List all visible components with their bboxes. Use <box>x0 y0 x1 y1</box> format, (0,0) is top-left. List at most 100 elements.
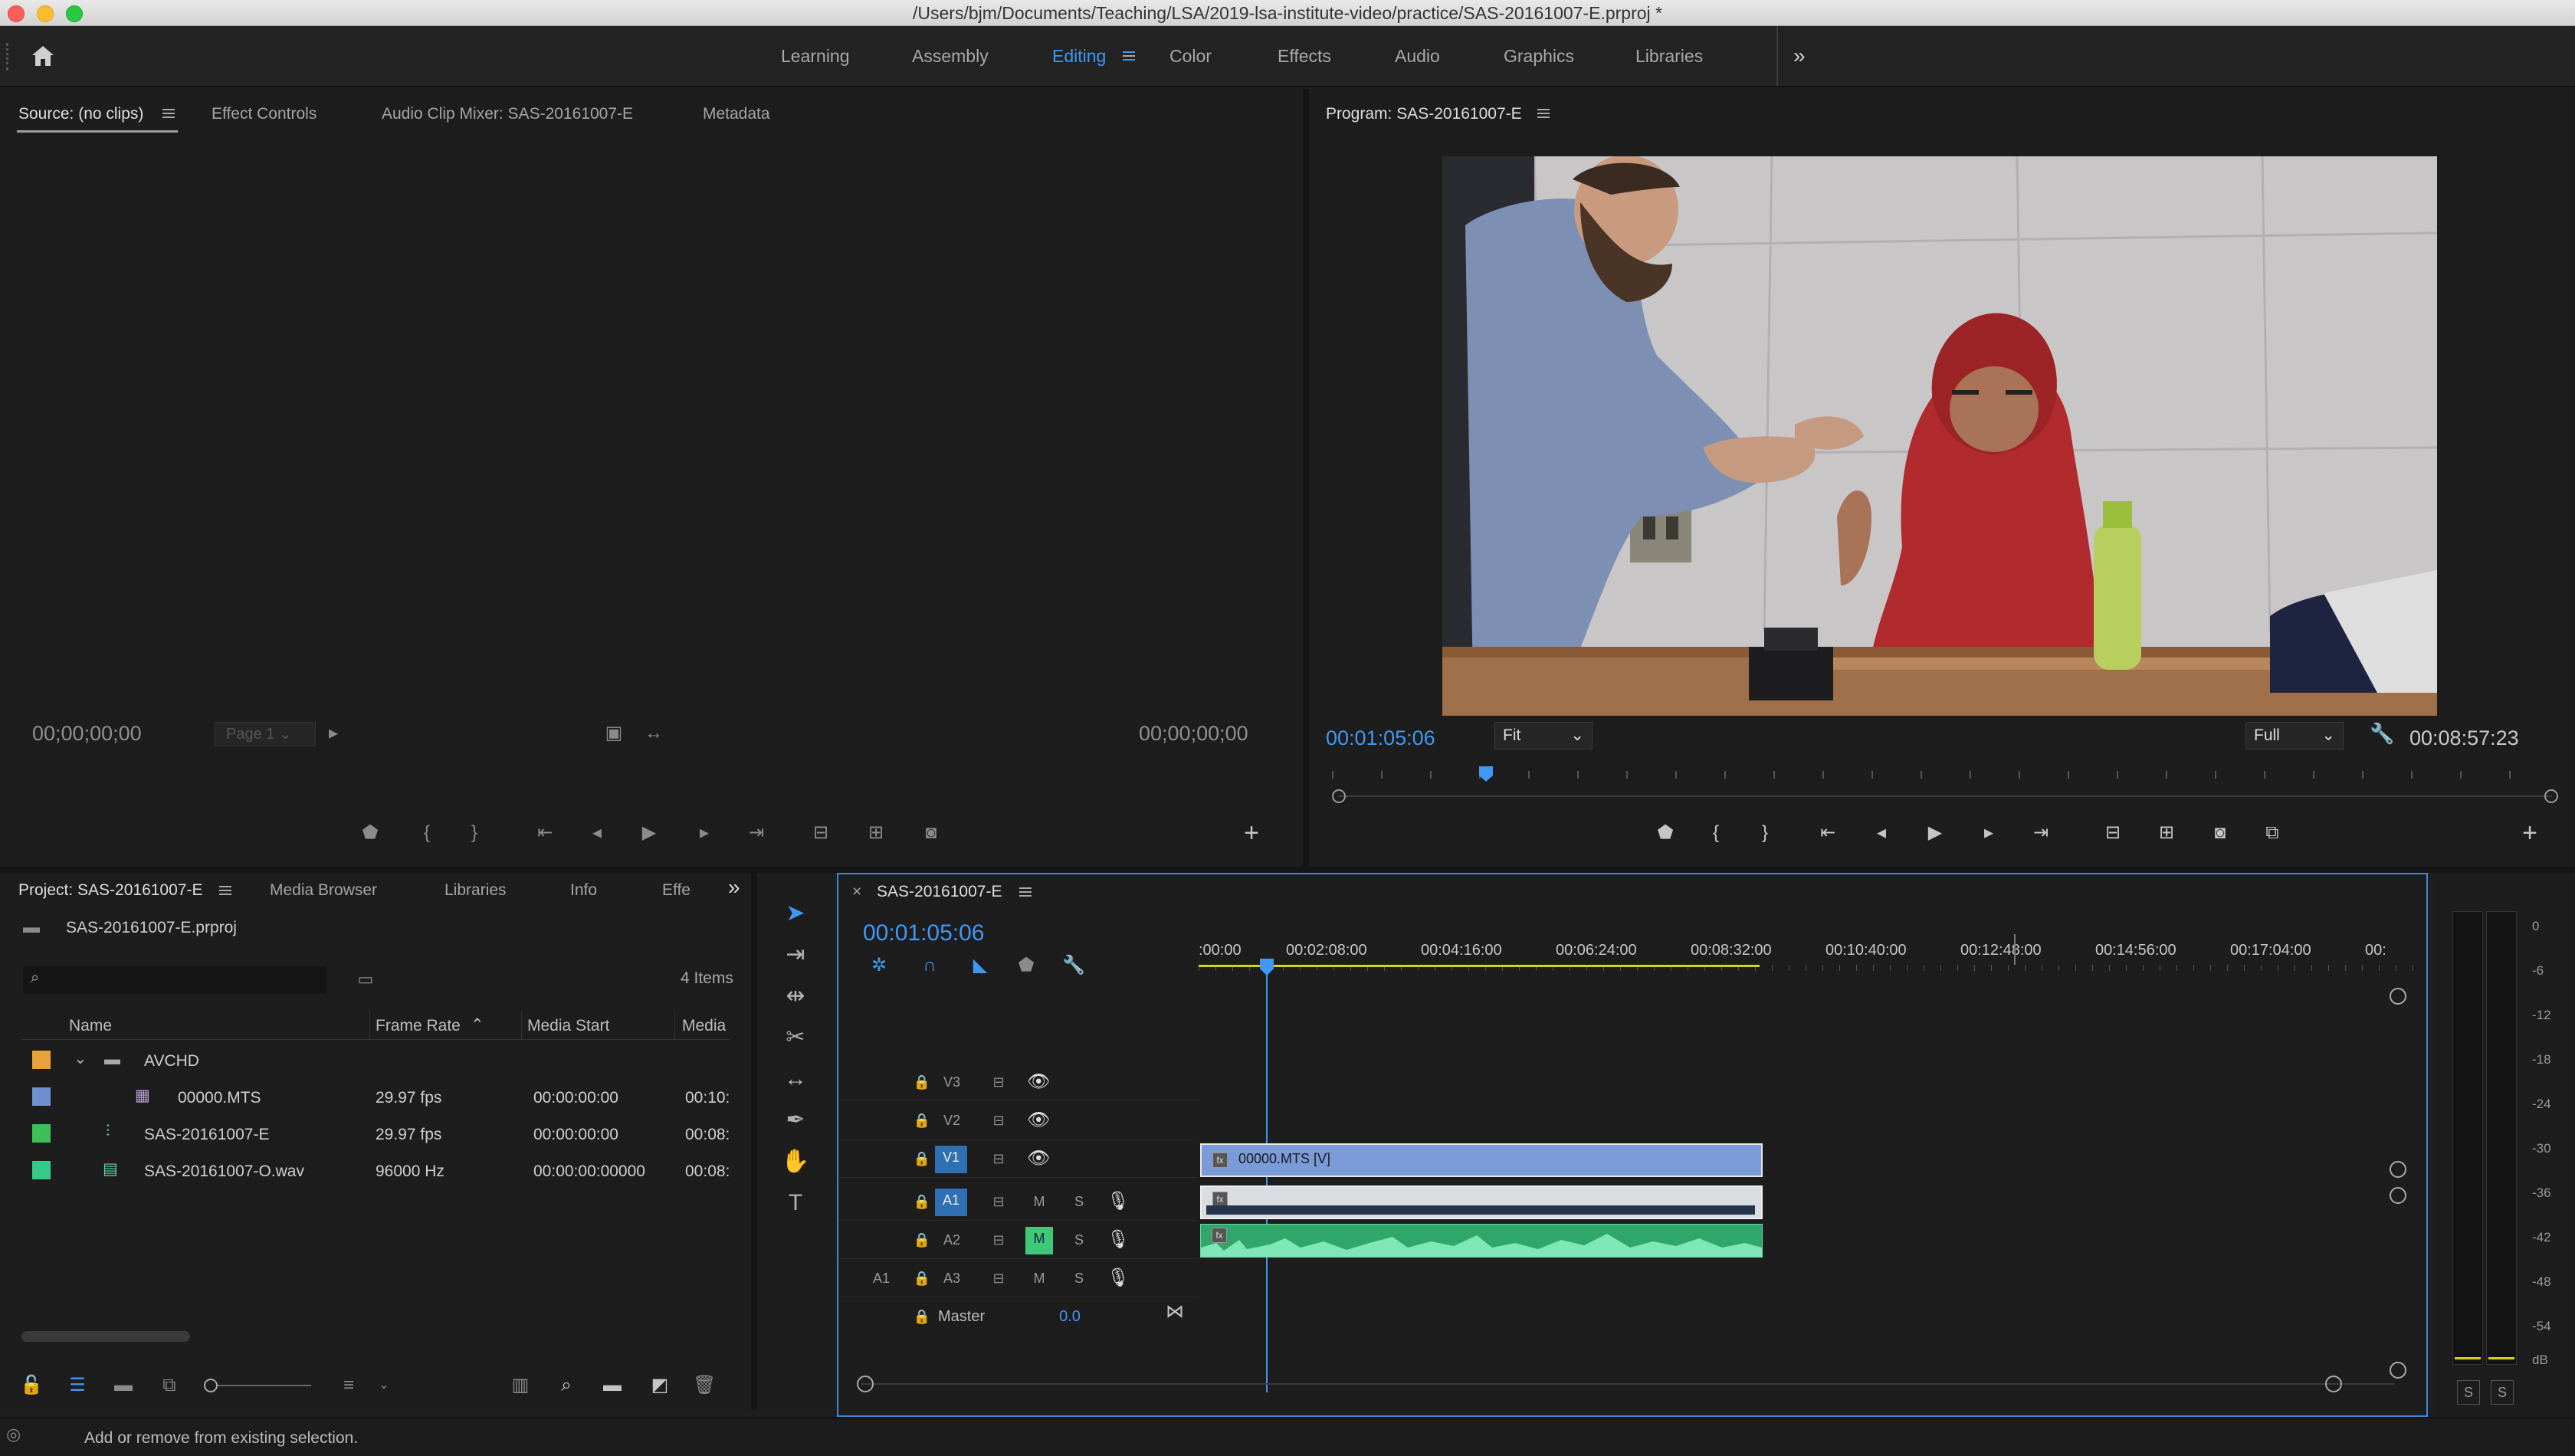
page-select[interactable]: Page 1 ⌄ <box>215 722 316 746</box>
workspace-graphics[interactable]: Graphics <box>1504 26 1574 86</box>
tab-project[interactable]: Project: SAS-20161007-E <box>18 879 202 902</box>
solo-button[interactable]: S <box>1068 1190 1090 1213</box>
add-marker-icon[interactable]: ⬟ <box>1015 954 1038 977</box>
go-to-out-icon[interactable]: ⇥ <box>2029 821 2052 844</box>
zoom-slider[interactable] <box>204 1385 311 1386</box>
tab-sequence[interactable]: SAS-20161007-E <box>877 880 1002 903</box>
sync-lock-icon[interactable]: ⊟ <box>987 1109 1010 1132</box>
column-frame-rate[interactable]: Frame Rate <box>376 1017 461 1035</box>
program-menu-icon[interactable] <box>1537 109 1550 118</box>
sync-lock-icon[interactable]: ⊟ <box>987 1071 1010 1094</box>
vertical-zoom-handle[interactable] <box>2390 988 2406 1005</box>
slip-tool-icon[interactable]: ↔ <box>774 1062 817 1096</box>
eye-icon[interactable]: 👁 <box>1027 1071 1050 1094</box>
mark-in-icon[interactable]: { <box>415 821 438 844</box>
tab-audio-clip-mixer[interactable]: Audio Clip Mixer: SAS-20161007-E <box>382 103 633 126</box>
track-select-tool-icon[interactable]: ⇥ <box>774 938 817 972</box>
chevron-down-icon[interactable]: ⌄ <box>74 1049 87 1068</box>
audio-clip-a1[interactable]: fx <box>1200 1185 1763 1219</box>
hand-tool-icon[interactable]: ✋ <box>774 1145 817 1179</box>
program-title[interactable]: Program: SAS-20161007-E <box>1326 103 1522 126</box>
zoom-handle-right[interactable] <box>2325 1376 2342 1392</box>
insert-icon[interactable]: ⊟ <box>809 821 832 844</box>
table-row[interactable]: ▤ SAS-20161007-O.wav 96000 Hz 00:00:00:0… <box>21 1153 730 1187</box>
column-media[interactable]: Media <box>682 1017 726 1035</box>
add-marker-icon[interactable]: ⬟ <box>1654 821 1677 844</box>
workspace-learning[interactable]: Learning <box>781 26 850 86</box>
lock-icon[interactable]: 🔒 <box>910 1190 933 1213</box>
column-media-start[interactable]: Media Start <box>527 1017 609 1035</box>
razor-tool-icon[interactable]: ✂ <box>774 1021 817 1054</box>
project-menu-icon[interactable] <box>219 886 231 895</box>
track-label[interactable]: A3 <box>938 1267 966 1290</box>
label-color[interactable] <box>32 1161 51 1179</box>
table-row[interactable]: ▦ 00000.MTS 29.97 fps 00:00:00:00 00:10: <box>21 1080 730 1113</box>
lock-icon[interactable]: 🔒 <box>910 1267 933 1290</box>
table-row[interactable]: ⫶ SAS-20161007-E 29.97 fps 00:00:00:00 0… <box>21 1117 730 1150</box>
settings-wrench-icon[interactable]: 🔧 <box>2370 722 2394 745</box>
label-color[interactable] <box>32 1124 51 1143</box>
fit-icon[interactable]: ▣ <box>602 722 625 745</box>
freeform-view-icon[interactable]: ⧉ <box>158 1374 181 1397</box>
pen-tool-icon[interactable]: ✒ <box>774 1103 817 1137</box>
find-icon[interactable]: ⌕ <box>555 1374 578 1397</box>
sort-icon[interactable]: ≡ <box>337 1374 360 1397</box>
label-color[interactable] <box>32 1087 51 1106</box>
track-label[interactable]: V3 <box>938 1071 966 1094</box>
snap-icon[interactable]: ∩ <box>918 954 941 977</box>
horizontal-zoom-bar[interactable] <box>861 1383 2394 1385</box>
sync-lock-icon[interactable]: ⊟ <box>987 1147 1010 1170</box>
step-back-icon[interactable]: ◂ <box>586 821 608 844</box>
vertical-zoom-handle[interactable] <box>2390 1362 2406 1379</box>
add-marker-icon[interactable]: ⬟ <box>359 821 382 844</box>
home-icon[interactable] <box>29 43 57 69</box>
find-bin-icon[interactable]: ▭ <box>354 968 377 991</box>
column-name[interactable]: Name <box>69 1017 112 1035</box>
workspace-effects[interactable]: Effects <box>1278 26 1331 86</box>
sync-lock-icon[interactable]: ⊟ <box>987 1228 1010 1251</box>
workspace-libraries[interactable]: Libraries <box>1635 26 1703 86</box>
eye-icon[interactable]: 👁 <box>1027 1147 1050 1170</box>
expand-tracks-icon[interactable]: ⋈ <box>1163 1300 1186 1323</box>
play-icon[interactable]: ▶ <box>638 821 661 844</box>
solo-button[interactable]: S <box>1068 1228 1090 1251</box>
sync-lock-icon[interactable]: ⊟ <box>987 1267 1010 1290</box>
step-back-icon[interactable]: ◂ <box>1870 821 1893 844</box>
microphone-icon[interactable]: 🎙 <box>1107 1190 1130 1213</box>
workspace-editing[interactable]: Editing <box>1052 26 1106 86</box>
sync-lock-icon[interactable]: ⊟ <box>987 1190 1010 1213</box>
resolution-select[interactable]: Full ⌄ <box>2245 722 2344 749</box>
lift-icon[interactable]: ⊟ <box>2101 821 2124 844</box>
horizontal-scrollbar[interactable] <box>21 1331 190 1342</box>
lock-icon[interactable]: 🔒 <box>910 1071 933 1094</box>
nest-icon[interactable]: ✲ <box>868 954 891 977</box>
trim-icon[interactable]: ↔ <box>642 722 665 745</box>
vertical-zoom-handle[interactable] <box>2390 1161 2406 1178</box>
new-bin-icon[interactable]: ▬ <box>601 1374 624 1397</box>
mute-button[interactable]: M <box>1028 1190 1050 1213</box>
lock-icon[interactable]: 🔒 <box>910 1109 933 1132</box>
tab-libraries[interactable]: Libraries <box>444 879 507 902</box>
eye-icon[interactable]: 👁 <box>1027 1109 1050 1132</box>
vertical-zoom-handle[interactable] <box>2390 1187 2406 1204</box>
overwrite-icon[interactable]: ⊞ <box>864 821 887 844</box>
trash-icon[interactable]: 🗑 <box>693 1374 716 1397</box>
type-tool-icon[interactable]: T <box>774 1186 817 1220</box>
zoom-scroll-bar[interactable] <box>1338 795 2552 797</box>
selection-tool-icon[interactable]: ➤ <box>774 897 817 930</box>
workspace-assembly[interactable]: Assembly <box>912 26 989 86</box>
mark-out-icon[interactable]: } <box>1753 821 1776 844</box>
program-time-ruler[interactable] <box>1332 766 2558 789</box>
workspace-color[interactable]: Color <box>1169 26 1212 86</box>
program-timecode[interactable]: 00:01:05:06 <box>1326 726 1435 750</box>
button-editor-icon[interactable]: + <box>2518 820 2541 846</box>
more-panels-icon[interactable]: » <box>728 876 740 899</box>
label-color[interactable] <box>32 1051 51 1069</box>
extract-icon[interactable]: ⊞ <box>2155 821 2178 844</box>
go-to-in-icon[interactable]: ⇤ <box>1816 821 1839 844</box>
tab-effects[interactable]: Effe <box>662 879 690 902</box>
tab-effect-controls[interactable]: Effect Controls <box>212 103 317 126</box>
search-input[interactable]: ⌕ <box>23 966 326 994</box>
track-label[interactable]: V2 <box>938 1109 966 1132</box>
time-ruler[interactable]: :00:00 00:02:08:00 00:04:16:00 00:06:24:… <box>1199 934 2414 980</box>
